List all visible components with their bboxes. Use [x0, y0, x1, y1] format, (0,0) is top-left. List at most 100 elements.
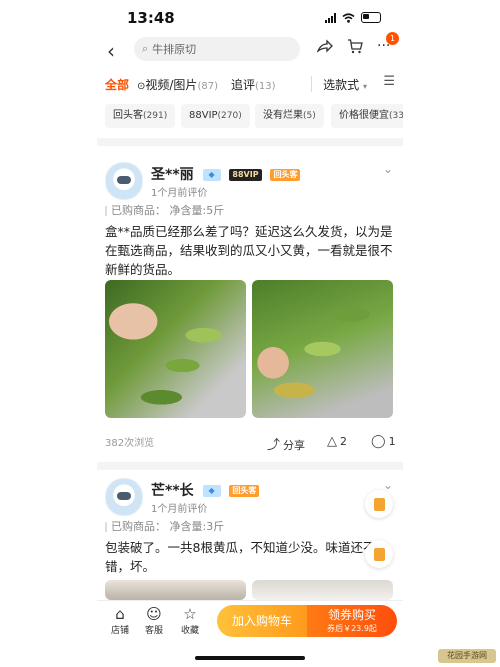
phone-screen: 13:48 ‹ ⌕ 牛排原切 ··· 1 全部 ⊙视频/图片(87) 追评(13…	[97, 0, 403, 667]
review-photo[interactable]	[105, 580, 246, 600]
service-label: 客服	[144, 626, 163, 636]
store-label: 店铺	[110, 626, 129, 636]
chip-count: (5)	[303, 111, 316, 121]
wifi-icon	[342, 12, 355, 23]
like-button[interactable]: △ 2	[327, 434, 347, 449]
username-text: 芒**长	[151, 483, 194, 499]
tab-followup[interactable]: 追评(13)	[231, 76, 276, 93]
signal-icon	[325, 12, 336, 23]
review-username: 芒**长 ◆ 回头客	[151, 480, 260, 500]
purchased-text: 已购商品： 净含量:5斤	[111, 204, 225, 217]
store-button[interactable]: ⌂ 店铺	[105, 605, 135, 636]
home-indicator	[195, 656, 305, 660]
chip-88vip[interactable]: 88VIP(270)	[181, 104, 250, 128]
search-icon: ⌕	[142, 42, 149, 55]
purchased-text: 已购商品： 净含量:3斤	[111, 520, 225, 533]
floating-bag-button[interactable]	[365, 490, 393, 518]
search-placeholder: 牛排原切	[152, 43, 197, 56]
purchased-bar	[105, 206, 107, 216]
review-photo[interactable]	[252, 280, 393, 418]
purchased-item: 已购商品： 净含量:3斤	[105, 518, 224, 534]
purchased-item: 已购商品： 净含量:5斤	[105, 202, 224, 218]
review-time: 1个月前评价	[151, 504, 208, 515]
review-photo[interactable]	[105, 280, 246, 418]
username-text: 圣**丽	[151, 167, 194, 183]
review-card: 芒**长 ◆ 回头客 1个月前评价 ⌄ 已购商品： 净含量:3斤 包装破了。一共…	[97, 478, 403, 600]
buy-label: 领券购买	[327, 608, 376, 622]
return-customer-tag: 回头客	[229, 485, 260, 497]
status-icons	[325, 12, 381, 23]
tab-media-count: (87)	[197, 81, 218, 92]
comment-button[interactable]: ◯ 1	[371, 434, 396, 449]
style-select-label: 选款式	[323, 78, 360, 92]
cart-badge: 1	[386, 32, 399, 45]
return-customer-tag: 回头客	[270, 169, 301, 181]
chip-cheap[interactable]: 价格很便宜(33	[331, 104, 403, 128]
share-icon[interactable]	[317, 39, 333, 53]
avatar[interactable]	[105, 478, 143, 516]
bag-icon	[373, 497, 385, 511]
view-count: 382次浏览	[105, 438, 155, 449]
style-select[interactable]: 选款式 ▾	[323, 76, 367, 93]
service-icon: ☺	[146, 605, 162, 623]
back-arrow-icon[interactable]: ‹	[107, 39, 115, 63]
top-icons: ···	[317, 38, 393, 54]
divider	[311, 76, 312, 92]
search-input[interactable]: ⌕ 牛排原切	[134, 37, 300, 61]
watermark: 花园手游网	[438, 649, 496, 663]
review-content: 盒**品质已经那么差了吗？延迟这么久发货，以为是在甄选商品，结果收到的瓜又小又黄…	[105, 224, 393, 277]
chevron-down-icon[interactable]: ⌄	[383, 162, 393, 176]
chip-return[interactable]: 回头客(291)	[105, 104, 176, 128]
avatar[interactable]	[105, 162, 143, 200]
diamond-icon: ◆	[202, 485, 221, 497]
price-note: 券后￥23.9起	[327, 624, 377, 633]
buy-button[interactable]: 领券购买 券后￥23.9起	[307, 605, 397, 637]
comment-icon: ◯	[371, 434, 386, 449]
review-card: 圣**丽 ◆ 88VIP 回头客 1个月前评价 ⌄ 已购商品： 净含量:5斤 盒…	[97, 158, 403, 458]
diamond-icon: ◆	[202, 169, 221, 181]
share-button[interactable]: ⤴ 分享	[267, 434, 305, 453]
review-content: 包装破了。一共8根黄瓜，不知道少没。味道还不错，坏。	[105, 540, 376, 574]
favorite-button[interactable]: ☆ 收藏	[175, 605, 205, 636]
star-icon: ☆	[183, 605, 197, 623]
comment-count: 1	[388, 435, 396, 448]
section-divider	[97, 462, 403, 470]
chip-count: (270)	[217, 111, 242, 121]
tab-followup-label: 追评	[231, 78, 256, 92]
chip-count: (291)	[143, 111, 168, 121]
like-count: 2	[340, 435, 347, 448]
cart-icon[interactable]	[347, 38, 363, 54]
tab-media[interactable]: ⊙视频/图片(87)	[137, 76, 218, 93]
chevron-down-icon[interactable]: ⌄	[383, 478, 393, 492]
add-to-cart-button[interactable]: 加入购物车	[217, 605, 307, 637]
share-icon: ⤴	[267, 438, 281, 453]
service-button[interactable]: ☺ 客服	[139, 605, 169, 636]
keyword-chips: 回头客(291) 88VIP(270) 没有烂果(5) 价格很便宜(33	[97, 104, 403, 130]
vip-tag: 88VIP	[229, 169, 262, 181]
purchased-bar	[105, 522, 107, 532]
review-username: 圣**丽 ◆ 88VIP 回头客	[151, 164, 301, 184]
review-time: 1个月前评价	[151, 188, 208, 199]
floating-coupon-button[interactable]	[365, 540, 393, 568]
chip-label: 没有烂果	[263, 110, 303, 121]
review-photo[interactable]	[252, 580, 393, 600]
store-icon: ⌂	[115, 605, 125, 623]
top-bar: ‹ ⌕ 牛排原切 ··· 1	[97, 32, 403, 66]
share-label: 分享	[283, 439, 306, 452]
filter-icon[interactable]: ☰	[383, 74, 395, 89]
status-bar: 13:48	[97, 0, 403, 34]
tab-followup-count: (13)	[255, 81, 276, 92]
thumb-up-icon: △	[327, 434, 337, 449]
tab-all-label: 全部	[105, 78, 130, 92]
coupon-icon	[373, 547, 385, 561]
tab-all[interactable]: 全部	[105, 76, 129, 93]
caret-down-icon: ▾	[362, 82, 367, 91]
chip-label: 价格很便宜	[339, 110, 389, 121]
review-actions: 382次浏览 ⤴ 分享 △ 2 ◯ 1	[105, 434, 396, 453]
chip-no-rotten[interactable]: 没有烂果(5)	[255, 104, 324, 128]
battery-icon	[361, 12, 381, 23]
chip-count: (33	[389, 111, 403, 121]
chip-label: 88VIP	[189, 110, 218, 121]
review-tabs: 全部 ⊙视频/图片(87) 追评(13) 选款式 ▾ ☰	[97, 70, 403, 98]
status-time: 13:48	[127, 9, 175, 27]
